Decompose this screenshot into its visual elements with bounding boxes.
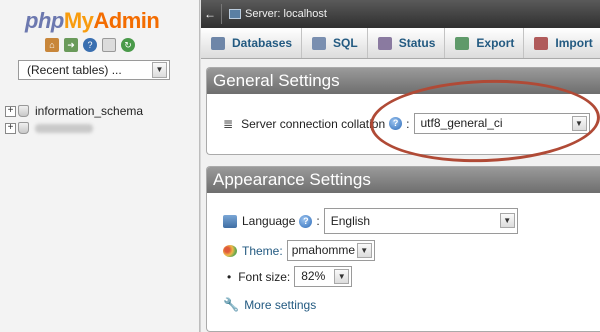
chevron-down-icon: ▼ xyxy=(571,116,587,131)
theme-select[interactable]: pmahomme ▼ xyxy=(286,240,375,261)
chevron-down-icon: ▼ xyxy=(334,269,350,284)
bullet-icon: • xyxy=(227,269,232,284)
navigation-panel: phpMyAdmin ⌂ ➜ ? ↻ (Recent tables) ... ▼… xyxy=(0,0,199,332)
more-settings-link[interactable]: More settings xyxy=(244,298,316,312)
tab-databases[interactable]: Databases xyxy=(201,28,303,58)
exit-icon[interactable]: ➜ xyxy=(64,38,78,52)
list-icon: ≣ xyxy=(223,116,234,131)
server-icon xyxy=(229,9,241,19)
font-size-row: • Font size: 82% ▼ xyxy=(227,266,353,287)
language-row: Language ? : English ▼ xyxy=(223,208,518,234)
blurred-database-name xyxy=(35,123,93,133)
server-breadcrumb-bar: ← Server: localhost xyxy=(201,0,600,28)
theme-row: Theme: pmahomme ▼ xyxy=(223,240,375,261)
general-settings-panel: General Settings ≣ Server connection col… xyxy=(206,67,600,155)
expand-icon[interactable]: + xyxy=(5,105,16,117)
collapse-nav-icon[interactable]: ← xyxy=(204,7,216,21)
chevron-down-icon: ▼ xyxy=(152,62,167,78)
nav-icon-bar: ⌂ ➜ ? ↻ xyxy=(45,38,135,52)
database-icon xyxy=(18,122,29,134)
status-icon xyxy=(377,36,392,50)
export-icon xyxy=(455,36,470,50)
font-size-select[interactable]: 82% ▼ xyxy=(294,266,353,287)
collation-label: Server connection collation xyxy=(241,116,386,131)
database-icon xyxy=(18,105,29,117)
theme-palette-icon xyxy=(223,244,237,257)
appearance-settings-title: Appearance Settings xyxy=(207,167,600,193)
wrench-icon: 🔧 xyxy=(223,297,240,312)
home-icon[interactable]: ⌂ xyxy=(45,38,59,52)
main-pane: ← Server: localhost Databases SQL Status… xyxy=(201,0,600,332)
reload-icon[interactable]: ↻ xyxy=(121,38,135,52)
language-icon xyxy=(223,214,237,228)
font-size-label: Font size: xyxy=(238,269,291,284)
more-settings-row: 🔧 More settings xyxy=(223,297,316,313)
main-tabs: Databases SQL Status Export Import xyxy=(201,28,600,59)
databases-icon xyxy=(211,36,225,50)
language-label: Language xyxy=(242,214,296,228)
help-icon[interactable]: ? xyxy=(389,117,403,130)
phpmyadmin-logo[interactable]: phpMyAdmin xyxy=(25,8,160,34)
collation-row: ≣ Server connection collation ? : utf8_g… xyxy=(223,113,590,134)
theme-link[interactable]: Theme: xyxy=(242,244,283,258)
chevron-down-icon: ▼ xyxy=(499,213,515,228)
appearance-settings-panel: Appearance Settings Language ? : English… xyxy=(206,166,600,332)
collation-select[interactable]: utf8_general_ci ▼ xyxy=(413,113,590,134)
tab-export[interactable]: Export xyxy=(445,28,525,58)
help-icon[interactable]: ? xyxy=(299,214,313,228)
recent-tables-select[interactable]: (Recent tables) ... ▼ xyxy=(18,60,170,80)
tab-import[interactable]: Import xyxy=(524,28,600,58)
db-item-information-schema[interactable]: + information_schema xyxy=(5,104,143,118)
language-select[interactable]: English ▼ xyxy=(323,208,518,234)
expand-icon[interactable]: + xyxy=(5,122,16,134)
tab-status[interactable]: Status xyxy=(368,28,446,58)
docs-icon[interactable] xyxy=(102,38,116,52)
tab-sql[interactable]: SQL xyxy=(302,28,368,58)
import-icon xyxy=(534,36,549,50)
help-icon[interactable]: ? xyxy=(83,38,97,52)
general-settings-title: General Settings xyxy=(207,68,600,94)
breadcrumb-server[interactable]: Server: localhost xyxy=(245,8,327,20)
db-item-blurred[interactable]: + xyxy=(5,122,93,134)
chevron-down-icon: ▼ xyxy=(356,243,372,258)
sql-icon xyxy=(312,36,327,50)
